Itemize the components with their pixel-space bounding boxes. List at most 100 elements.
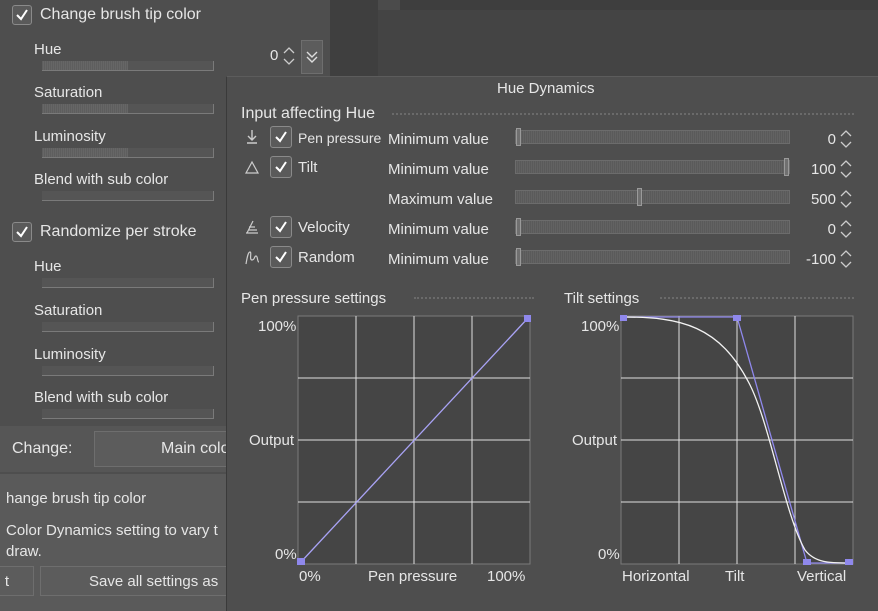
check-icon — [275, 161, 287, 173]
change-label: Change: — [12, 440, 73, 457]
luminosity-slider[interactable] — [42, 148, 214, 158]
r-luminosity-label: Luminosity — [34, 346, 106, 363]
tilt-max-value: 500 — [810, 191, 836, 208]
r-blend-label: Blend with sub color — [34, 389, 169, 406]
r-hue-slider[interactable] — [42, 278, 214, 288]
double-chevron-down-icon — [306, 51, 318, 63]
curve-point-start[interactable] — [297, 558, 305, 565]
tilt-min-spinner[interactable] — [840, 158, 852, 180]
random-param-label: Minimum value — [388, 251, 489, 268]
check-icon — [16, 226, 28, 238]
randomize-checkbox[interactable] — [12, 222, 32, 242]
hue-label: Hue — [34, 41, 62, 58]
tilt-y-bot: 0% — [598, 546, 620, 563]
velocity-label: Velocity — [298, 219, 350, 236]
desc-line1: Color Dynamics setting to vary t — [6, 522, 218, 539]
velocity-value: 0 — [827, 221, 836, 238]
desc-title: hange brush tip color — [6, 490, 147, 507]
desc-line2: draw. — [6, 543, 42, 560]
pen-settings-divider — [414, 297, 534, 299]
curve-point-4[interactable] — [845, 559, 853, 565]
pen-pressure-label: Pen pressure — [298, 130, 382, 146]
r-saturation-slider[interactable] — [42, 322, 214, 332]
tilt-label: Tilt — [298, 159, 318, 176]
check-icon — [275, 131, 287, 143]
velocity-spinner[interactable] — [840, 218, 852, 240]
pen-settings-title: Pen pressure settings — [241, 290, 387, 307]
curve-point-2[interactable] — [733, 315, 741, 321]
random-checkbox[interactable] — [270, 246, 292, 268]
save-all-settings-button[interactable]: Save all settings as — [40, 566, 234, 596]
curve-point-end[interactable] — [524, 315, 531, 322]
slider-thumb[interactable] — [784, 158, 789, 176]
hue-slider[interactable] — [42, 61, 214, 71]
pen-pressure-icon — [247, 130, 257, 144]
input-section-divider — [392, 113, 854, 115]
pen-y-bot: 0% — [275, 546, 297, 563]
tilt-x-left: Horizontal — [622, 568, 690, 585]
panel-gutter — [330, 0, 378, 80]
right-dark-area — [378, 10, 878, 80]
reset-button[interactable]: t — [0, 566, 34, 596]
curve-point-3[interactable] — [803, 559, 811, 565]
tilt-min-value: 100 — [810, 161, 836, 178]
tilt-max-slider[interactable] — [515, 188, 790, 206]
save-all-settings-label: Save all settings as — [89, 572, 219, 590]
hue-expand-button[interactable] — [301, 40, 323, 74]
slider-thumb[interactable] — [516, 218, 521, 236]
slider-thumb[interactable] — [637, 188, 642, 206]
check-icon — [16, 9, 28, 21]
pen-y-top: 100% — [258, 318, 297, 335]
pen-pressure-value: 0 — [827, 131, 836, 148]
blend-label: Blend with sub color — [34, 171, 169, 188]
random-value: -100 — [805, 251, 836, 268]
dialog-title: Hue Dynamics — [497, 80, 595, 97]
tilt-min-slider[interactable] — [515, 158, 790, 176]
hue-spinner[interactable] — [283, 45, 295, 67]
random-label: Random — [298, 249, 355, 266]
tilt-x-right: Vertical — [797, 568, 847, 585]
change-tip-label: Change brush tip color — [40, 6, 201, 23]
r-blend-slider[interactable] — [42, 409, 214, 419]
slider-thumb[interactable] — [516, 248, 521, 266]
random-spinner[interactable] — [840, 248, 852, 270]
velocity-param-label: Minimum value — [388, 221, 489, 238]
r-hue-label: Hue — [34, 258, 62, 275]
change-dropdown-value: Main colo — [161, 440, 230, 457]
pen-pressure-curve-graph[interactable] — [297, 315, 531, 565]
tilt-y-mid: Output — [572, 432, 618, 449]
curve-point-1[interactable] — [620, 315, 627, 321]
slider-thumb[interactable] — [516, 128, 521, 146]
check-icon — [275, 221, 287, 233]
r-luminosity-slider[interactable] — [42, 366, 214, 376]
tilt-settings-divider — [660, 297, 854, 299]
velocity-min-slider[interactable] — [515, 218, 790, 236]
saturation-slider[interactable] — [42, 104, 214, 114]
change-dropdown[interactable]: Main colo — [94, 431, 234, 467]
r-saturation-label: Saturation — [34, 302, 103, 319]
randomize-label: Randomize per stroke — [40, 223, 197, 240]
pen-pressure-param-label: Minimum value — [388, 131, 489, 148]
luminosity-label: Luminosity — [34, 128, 106, 145]
check-icon — [275, 251, 287, 263]
tilt-checkbox[interactable] — [270, 156, 292, 178]
tilt-curve-graph[interactable] — [620, 315, 854, 565]
change-tip-checkbox[interactable] — [12, 5, 32, 25]
tilt-settings-title: Tilt settings — [564, 290, 640, 307]
pen-x-mid: Pen pressure — [368, 568, 458, 585]
saturation-label: Saturation — [34, 84, 103, 101]
pen-pressure-spinner[interactable] — [840, 128, 852, 150]
tilt-icon — [244, 160, 260, 174]
input-section-label: Input affecting Hue — [241, 105, 376, 122]
pen-pressure-min-slider[interactable] — [515, 128, 790, 146]
velocity-icon — [246, 220, 258, 234]
tilt-min-param-label: Minimum value — [388, 161, 489, 178]
pen-pressure-checkbox[interactable] — [270, 126, 292, 148]
random-min-slider[interactable] — [515, 248, 790, 266]
velocity-checkbox[interactable] — [270, 216, 292, 238]
blend-slider[interactable] — [42, 191, 214, 201]
pen-x-right: 100% — [487, 568, 526, 585]
pen-y-mid: Output — [249, 432, 295, 449]
tilt-max-spinner[interactable] — [840, 188, 852, 210]
top-right-panel — [400, 0, 878, 10]
